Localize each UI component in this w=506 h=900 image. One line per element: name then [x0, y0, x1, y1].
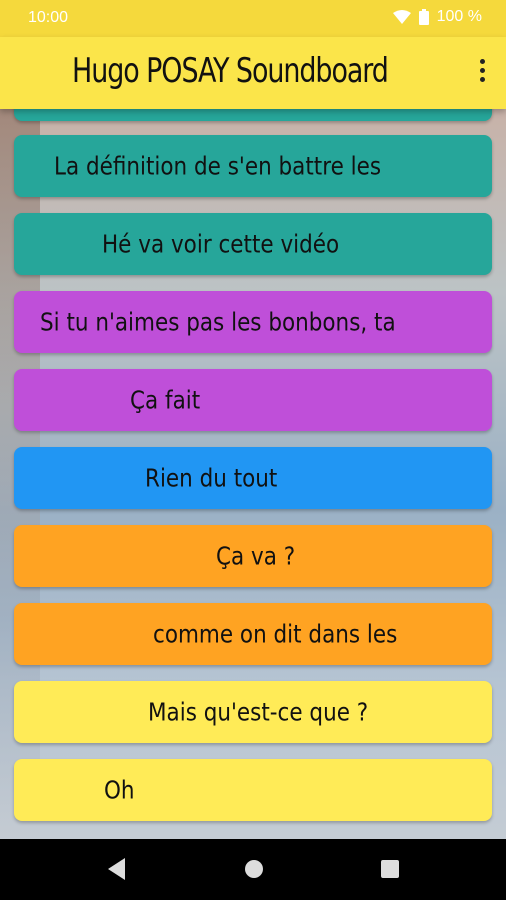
sound-button-label: Si tu n'aimes pas les bonbons, ta — [40, 307, 396, 337]
battery-icon — [418, 9, 429, 25]
sound-button-label: Oh — [104, 775, 135, 805]
wifi-icon — [392, 10, 411, 24]
status-bar: 10:00 100 % — [0, 0, 506, 37]
status-icons: 100 % — [392, 8, 482, 26]
sound-button-label: La définition de s'en battre les — [54, 151, 382, 181]
sound-button-label: Rien du tout — [145, 463, 278, 493]
app-bar: Hugo POSAY Soundboard — [0, 37, 506, 109]
home-icon[interactable] — [245, 860, 263, 878]
sound-button[interactable]: comme on dit dans les — [14, 603, 492, 665]
sound-list[interactable]: La définition de s'en battre les Hé va v… — [0, 109, 506, 839]
status-time: 10:00 — [28, 9, 69, 26]
sound-button[interactable]: Rien du tout — [14, 447, 492, 509]
sound-button[interactable]: Mais qu'est-ce que ? — [14, 681, 492, 743]
sound-button[interactable]: La définition de s'en battre les — [14, 135, 492, 197]
sound-button-label: Ça fait — [130, 385, 201, 415]
sound-button[interactable]: Oh — [14, 759, 492, 821]
sound-button-label: Ça va ? — [216, 541, 296, 571]
sound-button[interactable]: Ça fait — [14, 369, 492, 431]
sound-button[interactable]: Si tu n'aimes pas les bonbons, ta — [14, 291, 492, 353]
sound-button-label: Mais qu'est-ce que ? — [148, 697, 369, 727]
sound-button-label: Hé va voir cette vidéo — [102, 229, 340, 259]
app-title: Hugo POSAY Soundboard — [72, 51, 389, 91]
recents-icon[interactable] — [381, 860, 399, 878]
sound-button[interactable] — [14, 109, 492, 121]
sound-button[interactable]: Ça va ? — [14, 525, 492, 587]
battery-level: 100 % — [436, 8, 482, 25]
sound-button[interactable]: Hé va voir cette vidéo — [14, 213, 492, 275]
sound-button-label: comme on dit dans les — [153, 619, 398, 649]
navigation-bar — [0, 839, 506, 900]
more-vert-icon[interactable] — [478, 59, 486, 89]
back-icon[interactable] — [108, 858, 125, 880]
